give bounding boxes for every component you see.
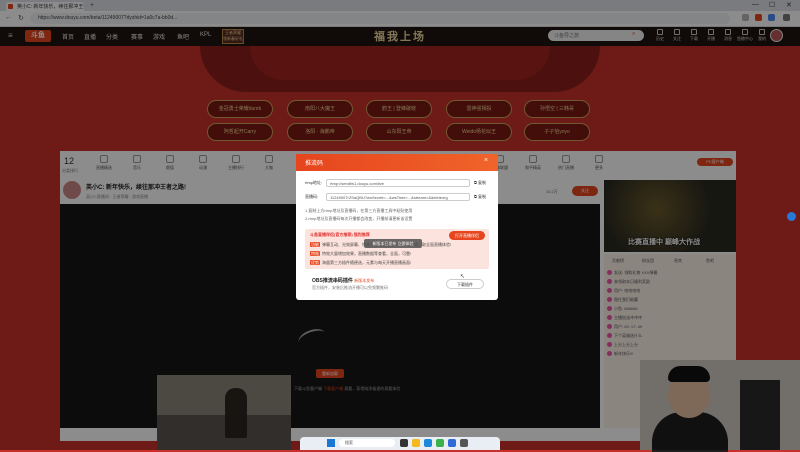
modal-note: 1.复制上方rtmp地址及直播码，在第三方直播工具中粘贴使用 (305, 208, 413, 213)
companion-feature: 优势 海量第三方插件随便选，元素与每天开播直播画面! (310, 260, 412, 265)
taskbar-search[interactable]: 搜索 (339, 439, 395, 447)
file-explorer-icon[interactable] (412, 439, 420, 447)
modal-note: 2.rtmp地址及直播码每次开播都会改变，开播前请更新该设置 (305, 216, 413, 221)
app-icon[interactable] (436, 439, 444, 447)
companion-feature: 特效 特效大量增加效果，直播数据等查看，全面，可靠! (310, 251, 412, 256)
stream-code-field[interactable]: 11249007rZSaQBU?wsSecret=...&wsTime=...&… (326, 193, 470, 201)
windows-start-icon[interactable] (327, 439, 335, 447)
modal-title: 推流码 (305, 161, 324, 167)
edge-sidebar-icon[interactable] (787, 212, 796, 221)
copy-rtmp-button[interactable]: ⧉ 复制 (474, 180, 486, 186)
obs-plugin-title: OBS推流串码插件 新版本发布 (312, 278, 375, 284)
stream-code-label: 直播码: (305, 194, 319, 199)
rtmp-field[interactable]: rtmp://sendfw1.douyu.com/live (326, 179, 470, 187)
rtmp-label: rtmp地址: (305, 180, 323, 185)
mouse-cursor-icon: ↖ (460, 274, 466, 280)
close-icon[interactable]: × (484, 157, 488, 164)
modal-header (296, 154, 498, 171)
copy-code-button[interactable]: ⧉ 复制 (474, 194, 486, 200)
obs-plugin-desc: 官方插件，安装后推流开播可以免频繁推码 (312, 285, 388, 290)
tooltip: 新版本已发布 立即体验 (364, 239, 422, 248)
task-view-icon[interactable] (400, 439, 408, 447)
edge-icon[interactable] (424, 439, 432, 447)
live-companion-title: 斗鱼直播伴侣(官方推荐) 强烈推荐 (310, 232, 370, 237)
open-companion-button[interactable]: 打开直播伴侣 (449, 231, 485, 240)
download-plugin-button[interactable]: 下载插件 (446, 279, 484, 289)
app-icon[interactable] (460, 439, 468, 447)
app-icon[interactable] (448, 439, 456, 447)
